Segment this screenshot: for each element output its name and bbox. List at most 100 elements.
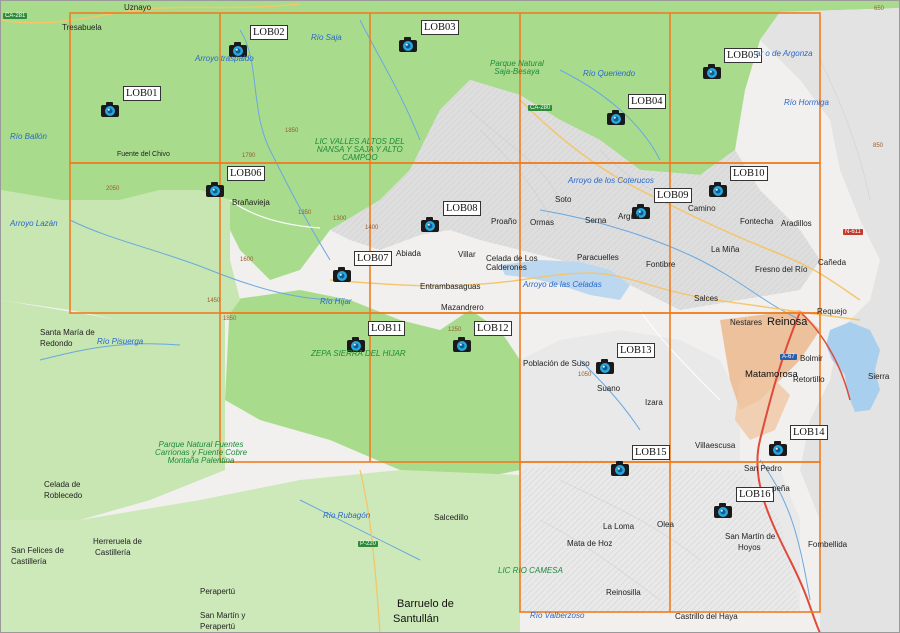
place-santa-maria-de: Santa María de bbox=[40, 328, 95, 337]
park-lic-valles-altos-line3: CAMPOO bbox=[342, 153, 378, 162]
place-proano: Proaño bbox=[491, 217, 517, 226]
place-celada-de-los: Celada de Los bbox=[486, 254, 538, 263]
camera-icon[interactable] bbox=[605, 108, 627, 128]
water-rio-hormiga: Río Hormiga bbox=[784, 98, 829, 107]
water-rio-rubagon: Río Rubagón bbox=[323, 511, 371, 520]
place-requejo: Requejo bbox=[817, 307, 847, 316]
water-arroyo-tr: Arroyo traspaldo bbox=[195, 54, 254, 63]
place-nestares: Nestares bbox=[730, 318, 763, 327]
place-matamorosa: Matamorosa bbox=[745, 369, 798, 380]
water-rio-queriendo: Río Queriendo bbox=[583, 69, 636, 78]
park-lic-rio-camesa: LIC RIO CAMESA bbox=[498, 566, 563, 575]
place-perapertu: Perapertú bbox=[200, 587, 236, 596]
water-rio-valberzoso: Río Valberzoso bbox=[530, 611, 585, 620]
place-castilleria: Castillería bbox=[95, 548, 131, 557]
sheet-code-label[interactable]: LOB13 bbox=[617, 343, 655, 358]
elevation-1400: 1400 bbox=[365, 225, 379, 231]
place-celada-de: Celada de bbox=[44, 480, 81, 489]
place-salces: Salces bbox=[694, 294, 719, 303]
sheet-code-label[interactable]: LOB10 bbox=[730, 166, 768, 181]
place-roblecedo: Roblecedo bbox=[44, 491, 83, 500]
camera-icon[interactable] bbox=[707, 180, 729, 200]
camera-icon[interactable] bbox=[331, 265, 353, 285]
place-villar: Villar bbox=[458, 250, 476, 259]
place-fombellida: Fombellida bbox=[808, 540, 848, 549]
elevation-1450: 1450 bbox=[207, 298, 221, 304]
water-arroyo-coterucos: Arroyo de los Coterucos bbox=[568, 176, 654, 185]
water-rio-saja: Río Saja bbox=[311, 33, 342, 42]
elevation-1600: 1600 bbox=[240, 257, 254, 263]
place-poblacion-de-suso: Población de Suso bbox=[523, 359, 590, 368]
place-san-martin-de: San Martín de bbox=[725, 532, 776, 541]
camera-icon[interactable] bbox=[204, 180, 226, 200]
place-tresabuela: Tresabuela bbox=[62, 23, 102, 32]
elevation-1790: 1790 bbox=[242, 153, 256, 159]
place-santullan: Santullán bbox=[393, 613, 439, 625]
sheet-code-label[interactable]: LOB08 bbox=[443, 201, 481, 216]
place-suano: Suano bbox=[597, 384, 621, 393]
sheet-code-label[interactable]: LOB04 bbox=[628, 94, 666, 109]
camera-icon[interactable] bbox=[609, 459, 631, 479]
park-zepa-sierra-del-hijar: ZEPA SIERRA DEL HIJAR bbox=[311, 349, 406, 358]
sheet-code-label[interactable]: LOB12 bbox=[474, 321, 512, 336]
road-ca281: CA-281 bbox=[3, 13, 28, 19]
place-canceda: Cañeda bbox=[818, 258, 847, 267]
camera-icon[interactable] bbox=[451, 335, 473, 355]
elevation-1050: 1050 bbox=[578, 372, 592, 378]
sheet-code-label[interactable]: LOB09 bbox=[654, 188, 692, 203]
water-rio-ballon: Río Ballón bbox=[10, 132, 47, 141]
water-arroyo-argonza: ar o de Argonza bbox=[756, 49, 813, 58]
place-reinosilla: Reinosilla bbox=[606, 588, 641, 597]
elevation-1250: 1250 bbox=[448, 327, 462, 333]
road-p220: P-220 bbox=[358, 541, 379, 547]
place-mata-de-hoz: Mata de Hoz bbox=[567, 539, 613, 548]
place-castrillo-del-haya: Castrillo del Haya bbox=[675, 612, 738, 621]
place-olea: Olea bbox=[657, 520, 674, 529]
elevation-2050: 2050 bbox=[106, 186, 120, 192]
camera-icon[interactable] bbox=[712, 501, 734, 521]
camera-icon[interactable] bbox=[419, 215, 441, 235]
road-n611: N-611 bbox=[843, 229, 863, 235]
sheet-code-label[interactable]: LOB02 bbox=[250, 25, 288, 40]
sheet-code-label[interactable]: LOB07 bbox=[354, 251, 392, 266]
place-pena: peña bbox=[772, 484, 790, 493]
place-argues: Argüe bbox=[618, 212, 640, 221]
place-la-mina: La Miña bbox=[711, 245, 740, 254]
place-reinosa: Reinosa bbox=[767, 316, 808, 328]
place-uznayo: Uznayo bbox=[124, 3, 152, 12]
sheet-code-label[interactable]: LOB14 bbox=[790, 425, 828, 440]
sheet-code-label[interactable]: LOB11 bbox=[368, 321, 406, 336]
water-rio-pisuerga: Río Pisuerga bbox=[97, 337, 144, 346]
sheet-code-label[interactable]: LOB16 bbox=[736, 487, 774, 502]
camera-icon[interactable] bbox=[99, 100, 121, 120]
sheet-code-label[interactable]: LOB01 bbox=[123, 86, 161, 101]
park-saja-besaya-line2: Saja-Besaya bbox=[494, 67, 540, 76]
camera-icon[interactable] bbox=[701, 62, 723, 82]
place-herreruela-de: Herreruela de bbox=[93, 537, 142, 546]
sheet-code-label[interactable]: LOB15 bbox=[632, 445, 670, 460]
sheet-code-label[interactable]: LOB06 bbox=[227, 166, 265, 181]
sheet-code-label[interactable]: LOB03 bbox=[421, 20, 459, 35]
camera-icon[interactable] bbox=[767, 439, 789, 459]
camera-icon[interactable] bbox=[594, 357, 616, 377]
place-soto: Soto bbox=[555, 195, 572, 204]
place-la-loma: La Loma bbox=[603, 522, 635, 531]
place-castilleria-2: Castillería bbox=[11, 557, 47, 566]
road-a67: A-67 bbox=[780, 354, 797, 360]
camera-icon[interactable] bbox=[397, 35, 419, 55]
park-fuentes-carrionas: Parque Natural Fuentes Carrionas y Fuent… bbox=[155, 441, 247, 465]
place-san-martin-y: San Martín y bbox=[200, 611, 246, 620]
park-lic-valles-altos: LIC VALLES ALTOS DEL NANSA Y SAJA Y ALTO… bbox=[315, 138, 405, 162]
elevation-1850: 1850 bbox=[285, 128, 299, 134]
water-rio-hijar: Río Híjar bbox=[320, 297, 352, 306]
place-fontibre: Fontibre bbox=[646, 260, 676, 269]
water-arroyo-celadas: Arroyo de las Celadas bbox=[523, 280, 602, 289]
place-barruelo-de: Barruelo de bbox=[397, 598, 454, 610]
place-calderones: Calderones bbox=[486, 263, 527, 272]
place-abiada: Abiada bbox=[396, 249, 421, 258]
place-branavieja: Brañavieja bbox=[232, 198, 270, 207]
place-hoyos: Hoyos bbox=[738, 543, 761, 552]
map-canvas[interactable]: LOB01 LOB02 LOB03 LOB04 LOB05 LOB06 LOB07 LOB08… bbox=[0, 0, 900, 633]
place-redondo: Redondo bbox=[40, 339, 73, 348]
place-fuente-del-chivo: Fuente del Chivo bbox=[117, 151, 170, 158]
